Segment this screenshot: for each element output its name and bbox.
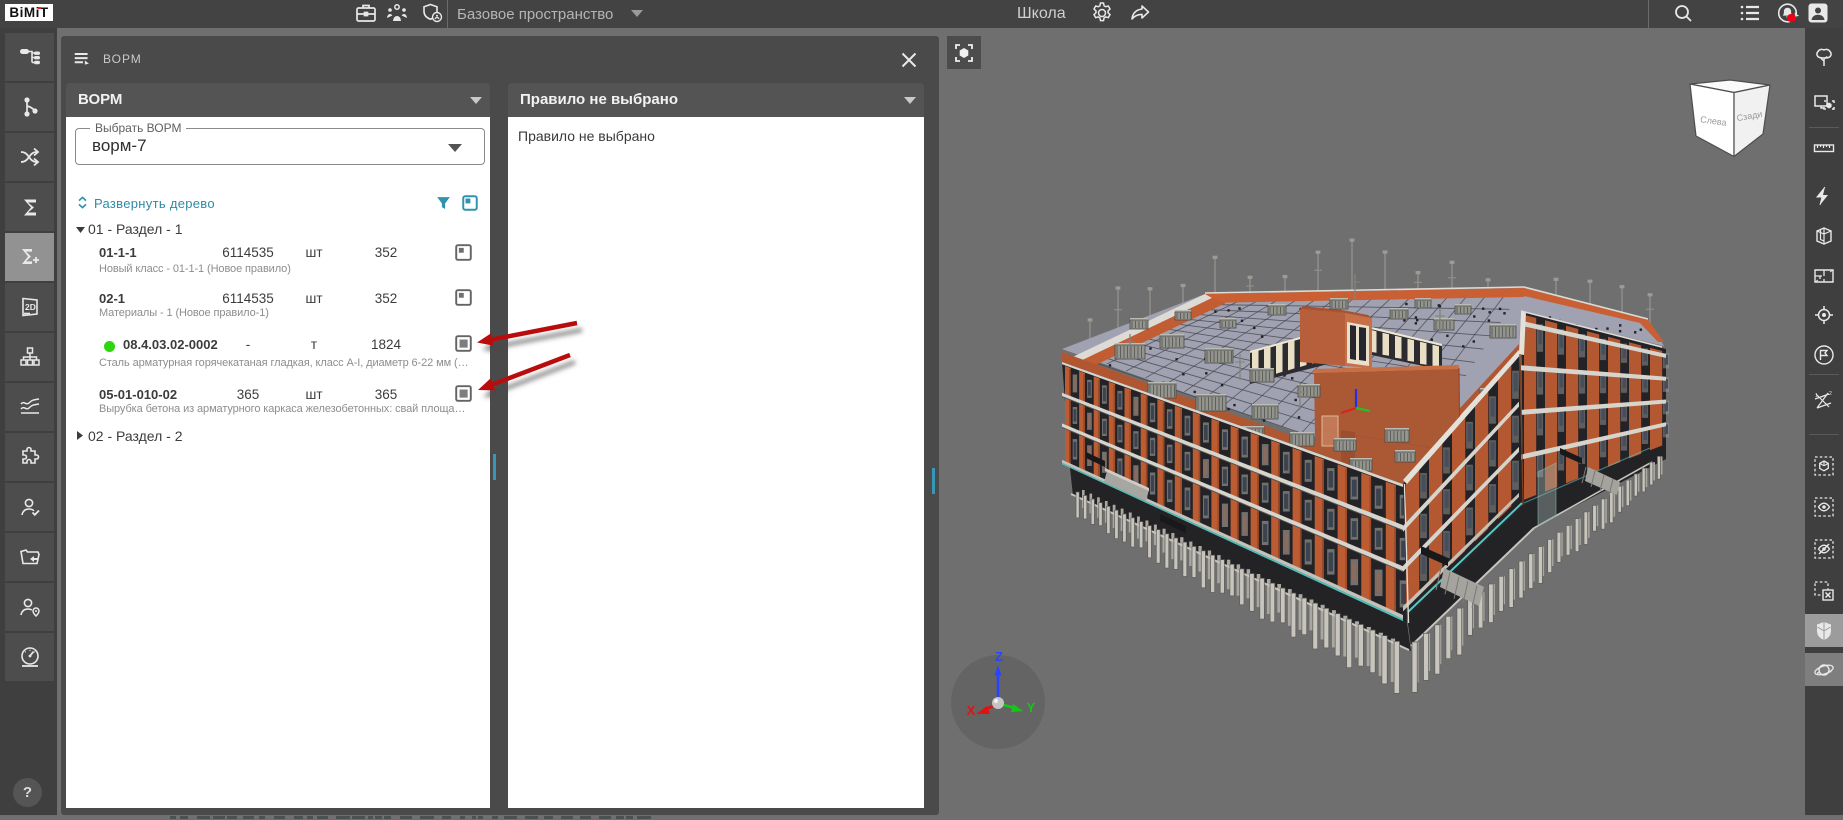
svg-text:2D: 2D bbox=[25, 302, 36, 312]
svg-text:Z: Z bbox=[995, 650, 1003, 664]
svg-text:1: 1 bbox=[1815, 393, 1818, 399]
svg-text:Y: Y bbox=[1027, 700, 1036, 715]
svg-text:2: 2 bbox=[1829, 391, 1832, 397]
svg-text:X: X bbox=[967, 703, 976, 718]
